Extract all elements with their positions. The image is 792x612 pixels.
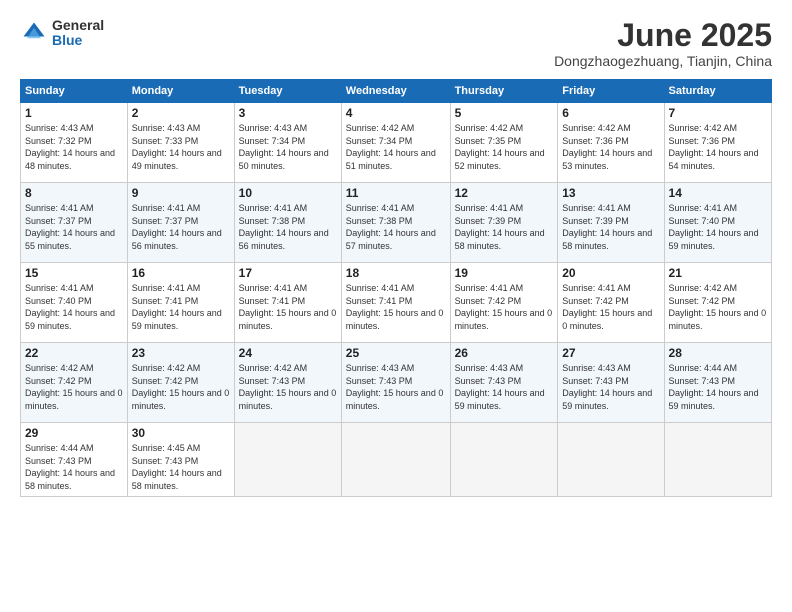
day-19: 19 Sunrise: 4:41 AMSunset: 7:42 PMDaylig…	[450, 263, 558, 343]
empty-cell-4	[558, 423, 664, 496]
week-row-5: 29 Sunrise: 4:44 AMSunset: 7:43 PMDaylig…	[21, 423, 772, 496]
day-11: 11 Sunrise: 4:41 AMSunset: 7:38 PMDaylig…	[341, 183, 450, 263]
week-row-1: 1 Sunrise: 4:43 AMSunset: 7:32 PMDayligh…	[21, 103, 772, 183]
day-20: 20 Sunrise: 4:41 AMSunset: 7:42 PMDaylig…	[558, 263, 664, 343]
day-14: 14 Sunrise: 4:41 AMSunset: 7:40 PMDaylig…	[664, 183, 771, 263]
col-friday: Friday	[558, 80, 664, 103]
location: Dongzhaogezhuang, Tianjin, China	[554, 53, 772, 69]
day-21: 21 Sunrise: 4:42 AMSunset: 7:42 PMDaylig…	[664, 263, 771, 343]
day-28: 28 Sunrise: 4:44 AMSunset: 7:43 PMDaylig…	[664, 343, 771, 423]
day-1: 1 Sunrise: 4:43 AMSunset: 7:32 PMDayligh…	[21, 103, 128, 183]
week-row-2: 8 Sunrise: 4:41 AMSunset: 7:37 PMDayligh…	[21, 183, 772, 263]
day-22: 22 Sunrise: 4:42 AMSunset: 7:42 PMDaylig…	[21, 343, 128, 423]
day-16: 16 Sunrise: 4:41 AMSunset: 7:41 PMDaylig…	[127, 263, 234, 343]
day-25: 25 Sunrise: 4:43 AMSunset: 7:43 PMDaylig…	[341, 343, 450, 423]
day-5: 5 Sunrise: 4:42 AMSunset: 7:35 PMDayligh…	[450, 103, 558, 183]
day-12: 12 Sunrise: 4:41 AMSunset: 7:39 PMDaylig…	[450, 183, 558, 263]
day-26: 26 Sunrise: 4:43 AMSunset: 7:43 PMDaylig…	[450, 343, 558, 423]
empty-cell-3	[450, 423, 558, 496]
day-17: 17 Sunrise: 4:41 AMSunset: 7:41 PMDaylig…	[234, 263, 341, 343]
day-6: 6 Sunrise: 4:42 AMSunset: 7:36 PMDayligh…	[558, 103, 664, 183]
col-tuesday: Tuesday	[234, 80, 341, 103]
day-27: 27 Sunrise: 4:43 AMSunset: 7:43 PMDaylig…	[558, 343, 664, 423]
day-15: 15 Sunrise: 4:41 AMSunset: 7:40 PMDaylig…	[21, 263, 128, 343]
col-sunday: Sunday	[21, 80, 128, 103]
logo-text: General Blue	[52, 18, 104, 49]
day-2: 2 Sunrise: 4:43 AMSunset: 7:33 PMDayligh…	[127, 103, 234, 183]
empty-cell-5	[664, 423, 771, 496]
week-row-3: 15 Sunrise: 4:41 AMSunset: 7:40 PMDaylig…	[21, 263, 772, 343]
logo-icon	[20, 19, 48, 47]
day-13: 13 Sunrise: 4:41 AMSunset: 7:39 PMDaylig…	[558, 183, 664, 263]
day-23: 23 Sunrise: 4:42 AMSunset: 7:42 PMDaylig…	[127, 343, 234, 423]
col-saturday: Saturday	[664, 80, 771, 103]
day-9: 9 Sunrise: 4:41 AMSunset: 7:37 PMDayligh…	[127, 183, 234, 263]
week-row-4: 22 Sunrise: 4:42 AMSunset: 7:42 PMDaylig…	[21, 343, 772, 423]
logo-blue-text: Blue	[52, 33, 104, 48]
day-30: 30 Sunrise: 4:45 AMSunset: 7:43 PMDaylig…	[127, 423, 234, 496]
empty-cell-1	[234, 423, 341, 496]
empty-cell-2	[341, 423, 450, 496]
logo: General Blue	[20, 18, 104, 49]
day-4: 4 Sunrise: 4:42 AMSunset: 7:34 PMDayligh…	[341, 103, 450, 183]
header: General Blue June 2025 Dongzhaogezhuang,…	[20, 18, 772, 69]
col-monday: Monday	[127, 80, 234, 103]
col-wednesday: Wednesday	[341, 80, 450, 103]
logo-general-text: General	[52, 18, 104, 33]
title-block: June 2025 Dongzhaogezhuang, Tianjin, Chi…	[554, 18, 772, 69]
main-container: General Blue June 2025 Dongzhaogezhuang,…	[0, 0, 792, 612]
day-8: 8 Sunrise: 4:41 AMSunset: 7:37 PMDayligh…	[21, 183, 128, 263]
calendar-table: Sunday Monday Tuesday Wednesday Thursday…	[20, 79, 772, 496]
day-18: 18 Sunrise: 4:41 AMSunset: 7:41 PMDaylig…	[341, 263, 450, 343]
day-24: 24 Sunrise: 4:42 AMSunset: 7:43 PMDaylig…	[234, 343, 341, 423]
month-title: June 2025	[554, 18, 772, 53]
day-7: 7 Sunrise: 4:42 AMSunset: 7:36 PMDayligh…	[664, 103, 771, 183]
day-3: 3 Sunrise: 4:43 AMSunset: 7:34 PMDayligh…	[234, 103, 341, 183]
calendar-header-row: Sunday Monday Tuesday Wednesday Thursday…	[21, 80, 772, 103]
col-thursday: Thursday	[450, 80, 558, 103]
day-29: 29 Sunrise: 4:44 AMSunset: 7:43 PMDaylig…	[21, 423, 128, 496]
day-10: 10 Sunrise: 4:41 AMSunset: 7:38 PMDaylig…	[234, 183, 341, 263]
